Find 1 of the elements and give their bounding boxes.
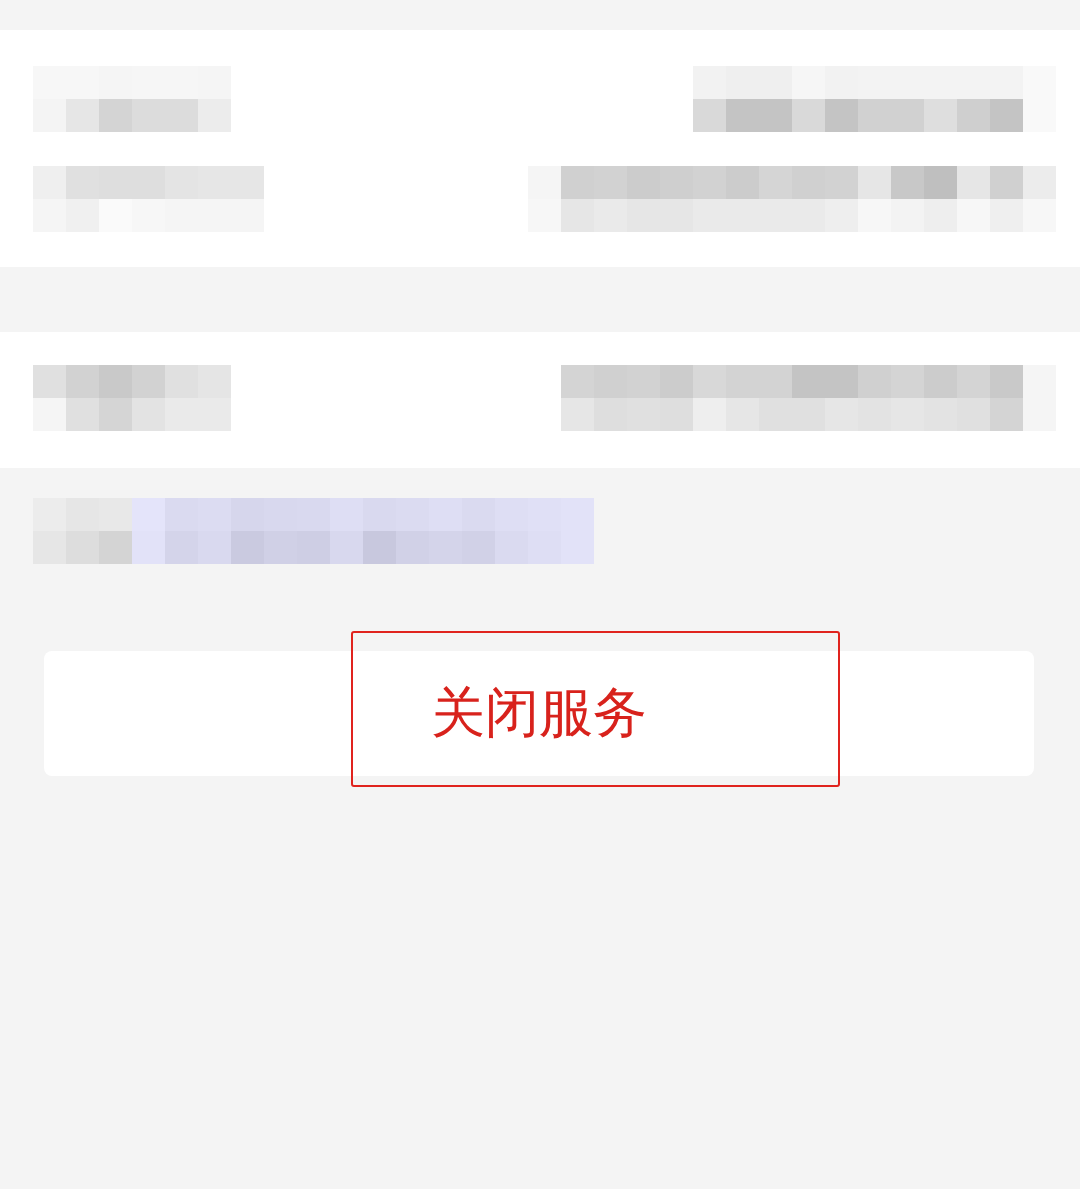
close-service-button[interactable]: 关闭服务 xyxy=(44,651,1034,776)
